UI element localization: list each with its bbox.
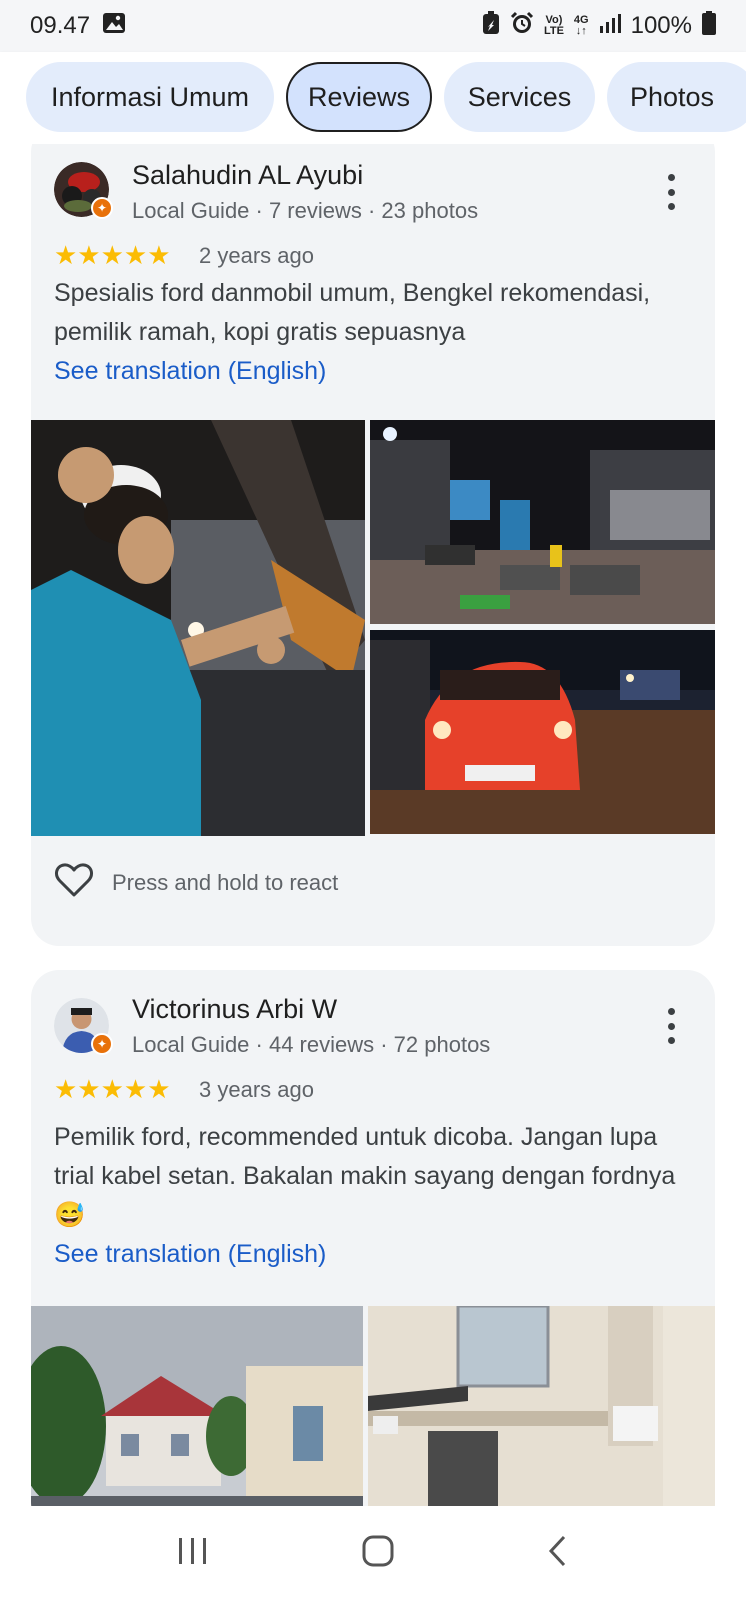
review-date: 3 years ago bbox=[199, 1077, 314, 1102]
review-text: Spesialis ford danmobil umum, Bengkel re… bbox=[54, 279, 651, 346]
avatar[interactable]: ✦ bbox=[54, 162, 113, 219]
react-button[interactable]: Press and hold to react bbox=[54, 862, 338, 904]
tab-photos[interactable]: Photos bbox=[607, 62, 746, 132]
review-card: ✦ Victorinus Arbi W Local Guide · 44 rev… bbox=[31, 970, 715, 1506]
tab-bar: Informasi Umum Reviews Services Photos bbox=[0, 52, 746, 144]
review-card: ✦ Salahudin AL Ayubi Local Guide · 7 rev… bbox=[31, 144, 715, 946]
signal-icon bbox=[599, 12, 621, 41]
local-guide-badge-icon: ✦ bbox=[91, 197, 113, 219]
clock: 09.47 bbox=[30, 12, 91, 39]
tab-services[interactable]: Services bbox=[444, 62, 595, 132]
see-translation-link[interactable]: See translation (English) bbox=[54, 1240, 326, 1269]
review-author-meta: Local Guide · 7 reviews · 23 photos bbox=[132, 198, 479, 223]
local-guide-badge-icon: ✦ bbox=[91, 1033, 113, 1055]
review-photo[interactable] bbox=[370, 420, 715, 624]
battery-icon bbox=[702, 10, 716, 42]
home-icon[interactable] bbox=[361, 1534, 395, 1573]
alarm-icon bbox=[510, 11, 534, 42]
status-bar: 09.47 Vo) LTE 4G ↓↑ 100% bbox=[0, 0, 746, 52]
back-icon[interactable] bbox=[546, 1534, 570, 1573]
review-photo[interactable] bbox=[368, 1306, 715, 1506]
avatar[interactable]: ✦ bbox=[54, 998, 113, 1055]
heart-icon bbox=[54, 862, 94, 904]
review-photo[interactable] bbox=[31, 420, 365, 836]
gallery-icon bbox=[102, 12, 126, 41]
review-photo[interactable] bbox=[31, 1306, 363, 1506]
reviews-list[interactable]: ✦ Salahudin AL Ayubi Local Guide · 7 rev… bbox=[0, 144, 746, 1506]
more-options-icon[interactable] bbox=[665, 1008, 677, 1044]
star-rating: ★★★★★ bbox=[54, 1074, 171, 1104]
review-author[interactable]: Victorinus Arbi W bbox=[132, 994, 337, 1025]
star-rating: ★★★★★ bbox=[54, 240, 171, 270]
review-photo[interactable] bbox=[370, 630, 715, 834]
see-translation-link[interactable]: See translation (English) bbox=[54, 357, 326, 386]
tab-reviews[interactable]: Reviews bbox=[286, 62, 432, 132]
review-date: 2 years ago bbox=[199, 243, 314, 268]
system-nav-bar bbox=[0, 1506, 746, 1600]
volte-indicator: Vo) LTE bbox=[543, 14, 564, 37]
review-text: Pemilik ford, recommended untuk dicoba. … bbox=[54, 1123, 676, 1229]
battery-percent: 100% bbox=[630, 12, 692, 39]
network-gen-indicator: 4G ↓↑ bbox=[573, 14, 589, 37]
review-author-meta: Local Guide · 44 reviews · 72 photos bbox=[132, 1032, 491, 1057]
data-saver-icon bbox=[482, 10, 500, 42]
tab-informasi-umum[interactable]: Informasi Umum bbox=[26, 62, 274, 132]
more-options-icon[interactable] bbox=[665, 174, 677, 210]
recent-apps-icon[interactable] bbox=[176, 1536, 210, 1571]
review-author[interactable]: Salahudin AL Ayubi bbox=[132, 160, 363, 191]
